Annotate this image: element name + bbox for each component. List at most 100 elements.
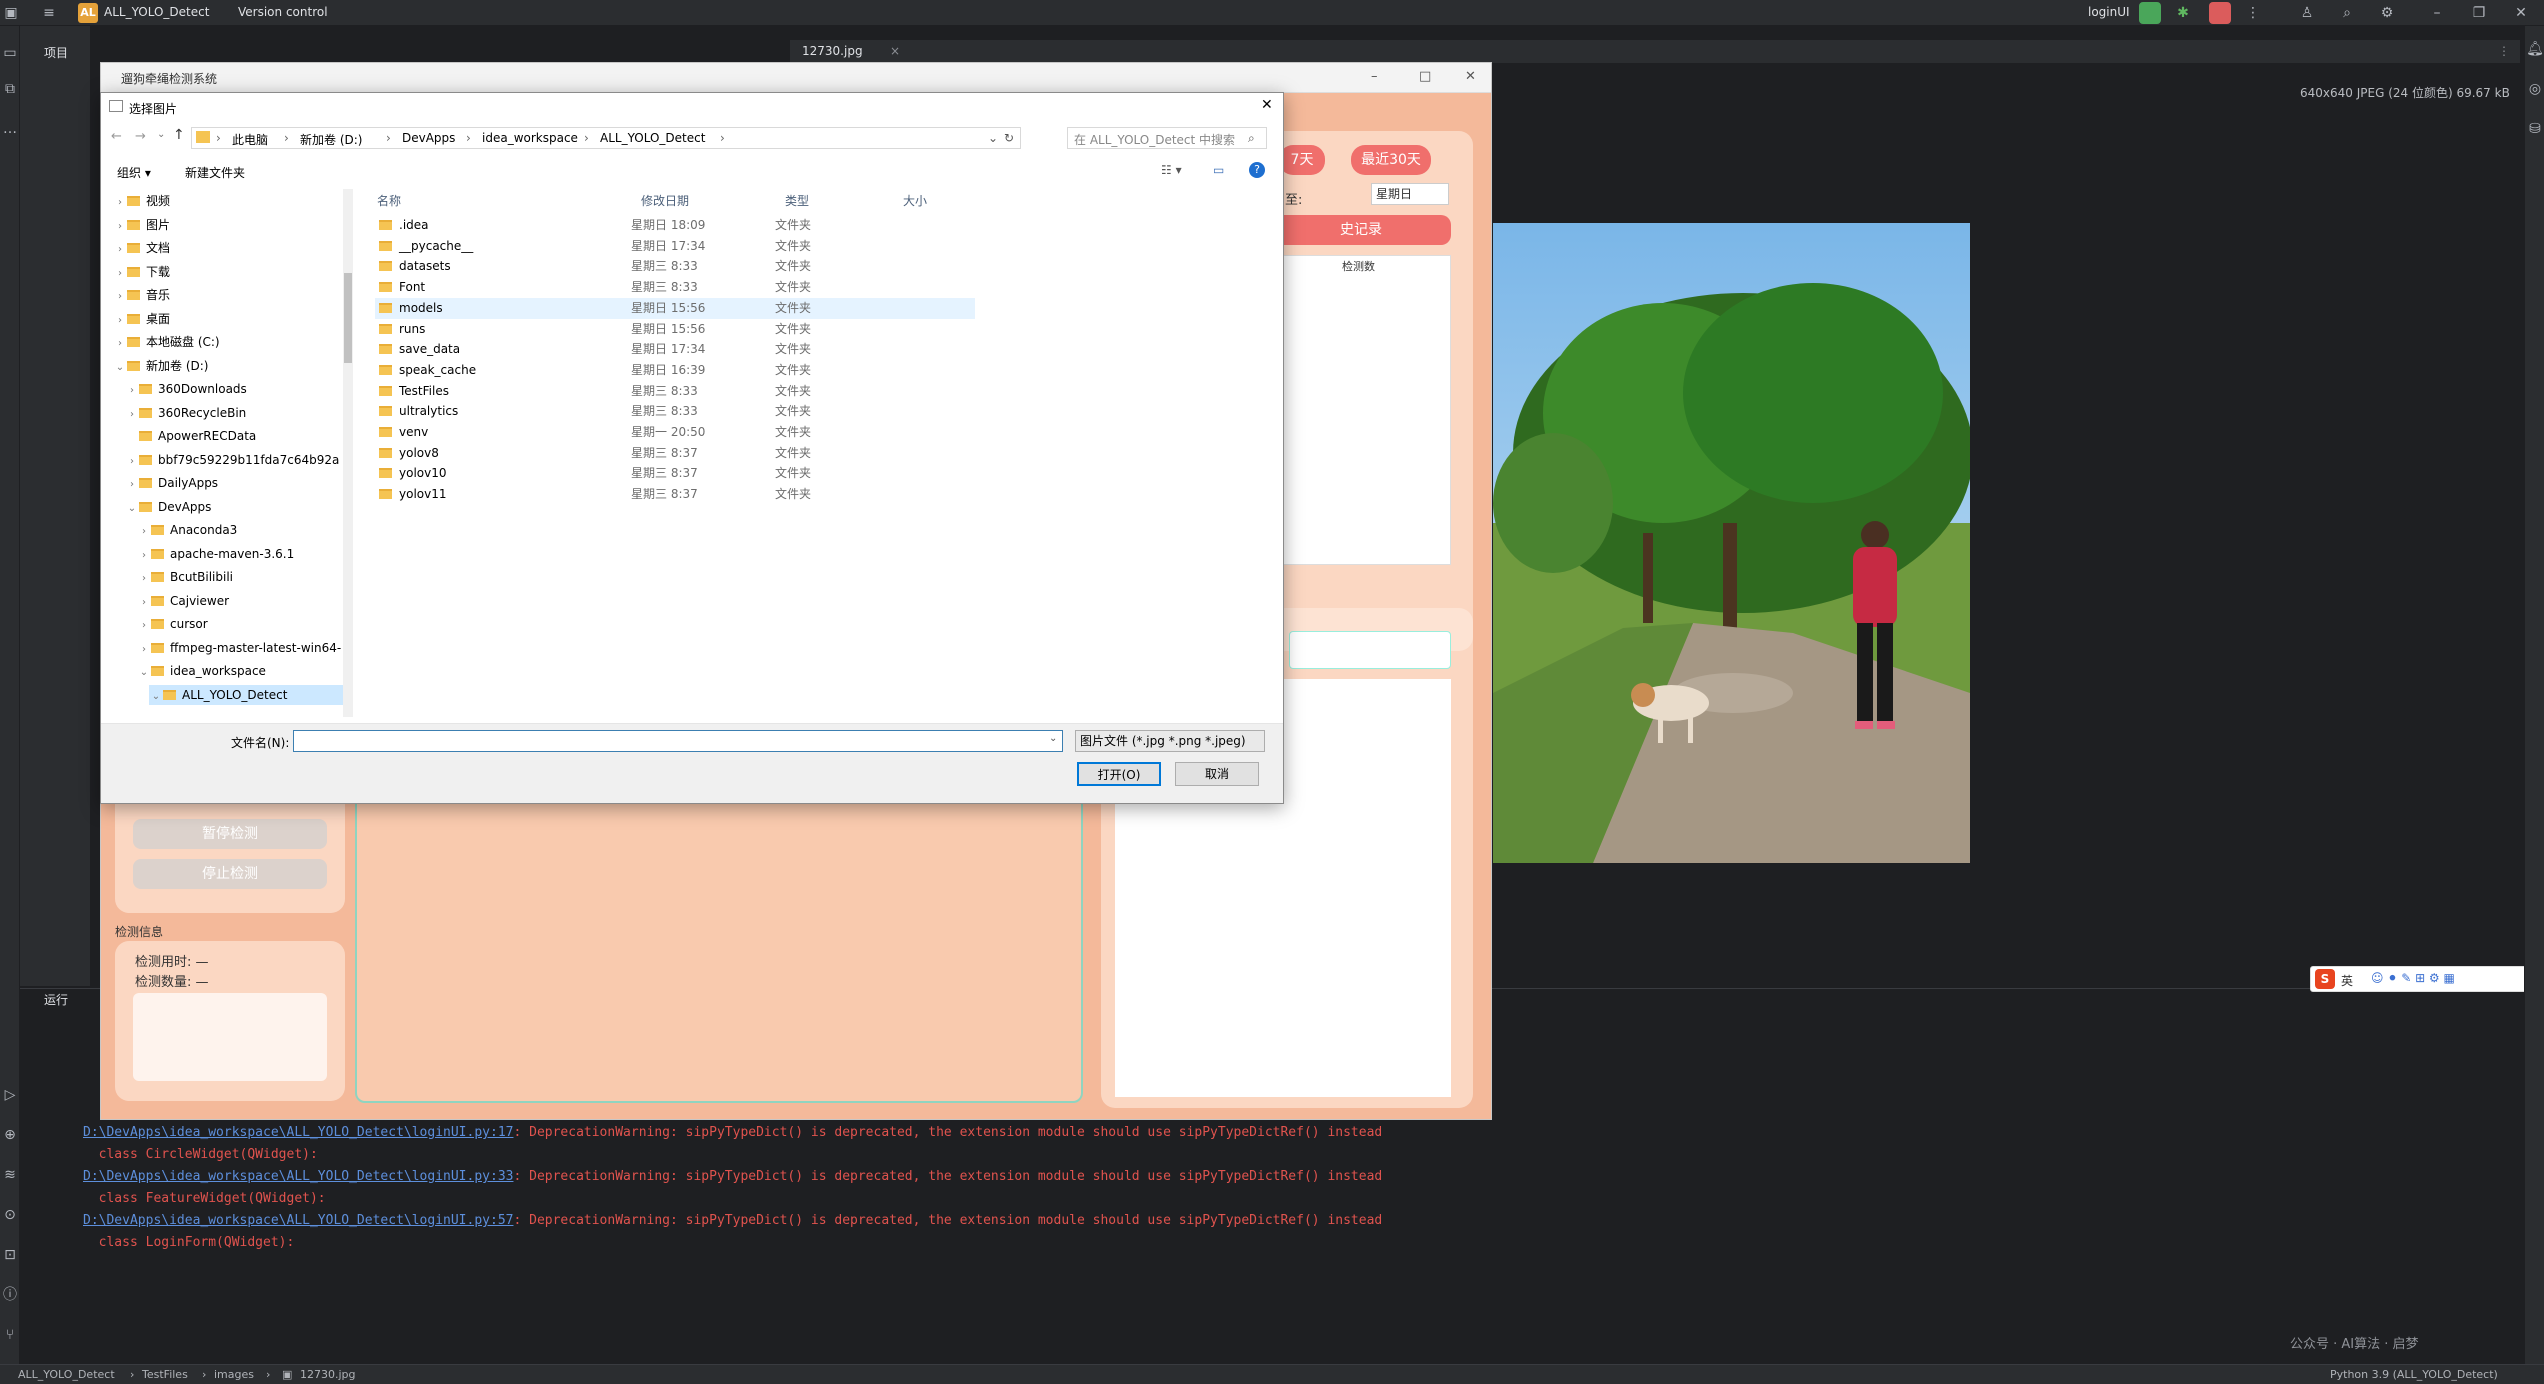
ai-assistant-icon[interactable]: ◎ (2526, 80, 2544, 98)
user-icon[interactable]: ♙ (2298, 4, 2316, 22)
tree-item[interactable]: › 视频 (113, 191, 170, 211)
file-row[interactable]: runs 星期日 15:56 文件夹 (375, 319, 975, 340)
tree-item[interactable]: › cursor (137, 614, 208, 634)
stop-detection-button[interactable]: 停止检测 (133, 859, 327, 889)
run-config-selector[interactable]: loginUI (2088, 5, 2130, 19)
expand-arrow-icon[interactable]: › (125, 381, 139, 401)
tree-item[interactable]: › 360Downloads (125, 379, 247, 399)
tree-item[interactable]: › apache-maven-3.6.1 (137, 544, 294, 564)
refresh-icon[interactable]: ↻ (1004, 131, 1014, 145)
tree-item[interactable]: › 音乐 (113, 285, 170, 305)
expand-arrow-icon[interactable]: › (113, 334, 127, 354)
expand-arrow-icon[interactable]: › (113, 264, 127, 284)
file-row[interactable]: .idea 星期日 18:09 文件夹 (375, 215, 975, 236)
expand-arrow-icon[interactable]: › (113, 287, 127, 307)
expand-arrow-icon[interactable]: › (137, 616, 151, 636)
crumb-project[interactable]: ALL_YOLO_Detect (18, 1368, 115, 1381)
crumb-testfiles[interactable]: TestFiles (142, 1368, 188, 1381)
path-all-yolo-detect[interactable]: ALL_YOLO_Detect (600, 131, 705, 145)
minimize-icon[interactable]: – (2428, 4, 2446, 22)
result-field[interactable] (1289, 631, 1451, 669)
tree-item[interactable]: › Cajviewer (137, 591, 229, 611)
tree-item[interactable]: ⌄ DevApps (125, 497, 212, 519)
expand-arrow-icon[interactable]: › (137, 640, 151, 660)
forward-icon[interactable]: → (135, 129, 146, 144)
tree-item[interactable]: ApowerRECData (125, 426, 256, 446)
rerun-button[interactable] (2139, 2, 2161, 24)
expand-arrow-icon[interactable]: › (137, 546, 151, 566)
expand-arrow-icon[interactable]: ⌄ (125, 499, 139, 519)
file-row[interactable]: yolov11 星期三 8:37 文件夹 (375, 484, 975, 505)
log-link-1[interactable]: D:\DevApps\idea_workspace\ALL_YOLO_Detec… (83, 1125, 513, 1140)
organize-menu[interactable]: 组织 ▾ (117, 164, 151, 181)
filetype-select[interactable]: 图片文件 (*.jpg *.png *.jpeg) (1075, 730, 1265, 752)
preview-pane-icon[interactable]: ▭ (1213, 163, 1224, 177)
main-menu-icon[interactable]: ≡ (40, 4, 58, 22)
file-row[interactable]: yolov10 星期三 8:37 文件夹 (375, 463, 975, 484)
tab-close-icon[interactable]: × (890, 44, 900, 58)
debug-icon[interactable]: ✱ (2174, 4, 2192, 22)
expand-arrow-icon[interactable]: ⌄ (149, 687, 163, 707)
ime-tools-icon[interactable]: ☺ ⚫ ✎ ⊞ ⚙ ▦ (2371, 971, 2455, 985)
file-row[interactable]: TestFiles 星期三 8:33 文件夹 (375, 381, 975, 402)
help-icon[interactable]: ? (1249, 162, 1265, 178)
expand-arrow-icon[interactable]: ⌄ (137, 663, 151, 683)
editor-tab[interactable]: 12730.jpg (802, 44, 863, 58)
search-box[interactable]: 在 ALL_YOLO_Detect 中搜索 ⌕ (1067, 127, 1267, 149)
address-dropdown-icon[interactable]: ⌄ (988, 131, 998, 145)
file-row[interactable]: save_data 星期日 17:34 文件夹 (375, 339, 975, 360)
problems-icon[interactable]: ⓘ (1, 1286, 19, 1304)
folder-icon[interactable]: ▭ (1, 44, 19, 62)
path-devapps[interactable]: DevApps (402, 131, 455, 145)
filename-dropdown-icon[interactable]: ⌄ (1049, 733, 1057, 744)
col-name[interactable]: 名称 (377, 189, 401, 213)
tree-item[interactable]: › 桌面 (113, 309, 170, 329)
expand-arrow-icon[interactable]: › (137, 593, 151, 613)
new-folder-button[interactable]: 新建文件夹 (185, 164, 245, 181)
structure-icon[interactable]: ⧉ (1, 80, 19, 98)
terminal-icon[interactable]: ⊡ (1, 1246, 19, 1264)
tree-item[interactable]: › bbf79c59229b11fda7c64b92a (125, 450, 339, 470)
tree-item[interactable]: › Anaconda3 (137, 520, 237, 540)
tree-item[interactable]: › DailyApps (125, 473, 218, 493)
col-size[interactable]: 大小 (903, 189, 927, 213)
expand-arrow-icon[interactable]: › (125, 405, 139, 425)
col-date[interactable]: 修改日期 (641, 189, 689, 213)
cancel-button[interactable]: 取消 (1175, 762, 1259, 786)
tree-item[interactable]: ⌄ ALL_YOLO_Detect (149, 684, 349, 707)
last-30-days-button[interactable]: 最近30天 (1351, 145, 1431, 175)
log-link-3[interactable]: D:\DevApps\idea_workspace\ALL_YOLO_Detec… (83, 1213, 513, 1228)
dialog-close-icon[interactable]: ✕ (1261, 97, 1273, 113)
ime-mode[interactable]: 英 (2341, 972, 2353, 989)
more-tools-icon[interactable]: … (1, 120, 19, 138)
vcs-menu[interactable]: Version control (238, 5, 328, 19)
expand-arrow-icon[interactable]: › (137, 522, 151, 542)
search-icon[interactable]: ⌕ (1248, 131, 1255, 146)
project-switcher[interactable]: ALL_YOLO_Detect (104, 5, 209, 19)
tree-item[interactable]: ⌄ 新加卷 (D:) (113, 356, 209, 376)
view-options-icon[interactable]: ☷ ▾ (1161, 163, 1182, 177)
tree-item[interactable]: ⌄ idea_workspace (137, 661, 266, 681)
recent-icon[interactable]: ⌄ (157, 129, 165, 140)
col-type[interactable]: 类型 (785, 189, 809, 213)
file-row[interactable]: speak_cache 星期日 16:39 文件夹 (375, 360, 975, 381)
git-icon[interactable]: ⑂ (1, 1326, 19, 1344)
log-link-2[interactable]: D:\DevApps\idea_workspace\ALL_YOLO_Detec… (83, 1169, 513, 1184)
expand-arrow-icon[interactable]: › (113, 311, 127, 331)
project-tool-title[interactable]: 项目 (44, 44, 68, 61)
python-interpreter[interactable]: Python 3.9 (ALL_YOLO_Detect) (2330, 1368, 2498, 1381)
path-idea-workspace[interactable]: idea_workspace (482, 131, 578, 145)
tree-item[interactable]: › 图片 (113, 215, 170, 235)
database-icon[interactable]: ⛁ (2526, 120, 2544, 138)
app-close-icon[interactable]: ✕ (1465, 69, 1476, 84)
app-maximize-icon[interactable]: □ (1419, 69, 1431, 84)
file-row[interactable]: datasets 星期三 8:33 文件夹 (375, 256, 975, 277)
open-button[interactable]: 打开(O) (1077, 762, 1161, 786)
crumb-file[interactable]: 12730.jpg (300, 1368, 356, 1381)
back-icon[interactable]: ← (111, 129, 122, 144)
tree-scroll-thumb[interactable] (344, 273, 352, 363)
pause-detection-button[interactable]: 暂停检测 (133, 819, 327, 849)
tree-scrollbar[interactable] (343, 189, 353, 717)
file-row[interactable]: yolov8 星期三 8:37 文件夹 (375, 443, 975, 464)
file-row[interactable]: ultralytics 星期三 8:33 文件夹 (375, 401, 975, 422)
